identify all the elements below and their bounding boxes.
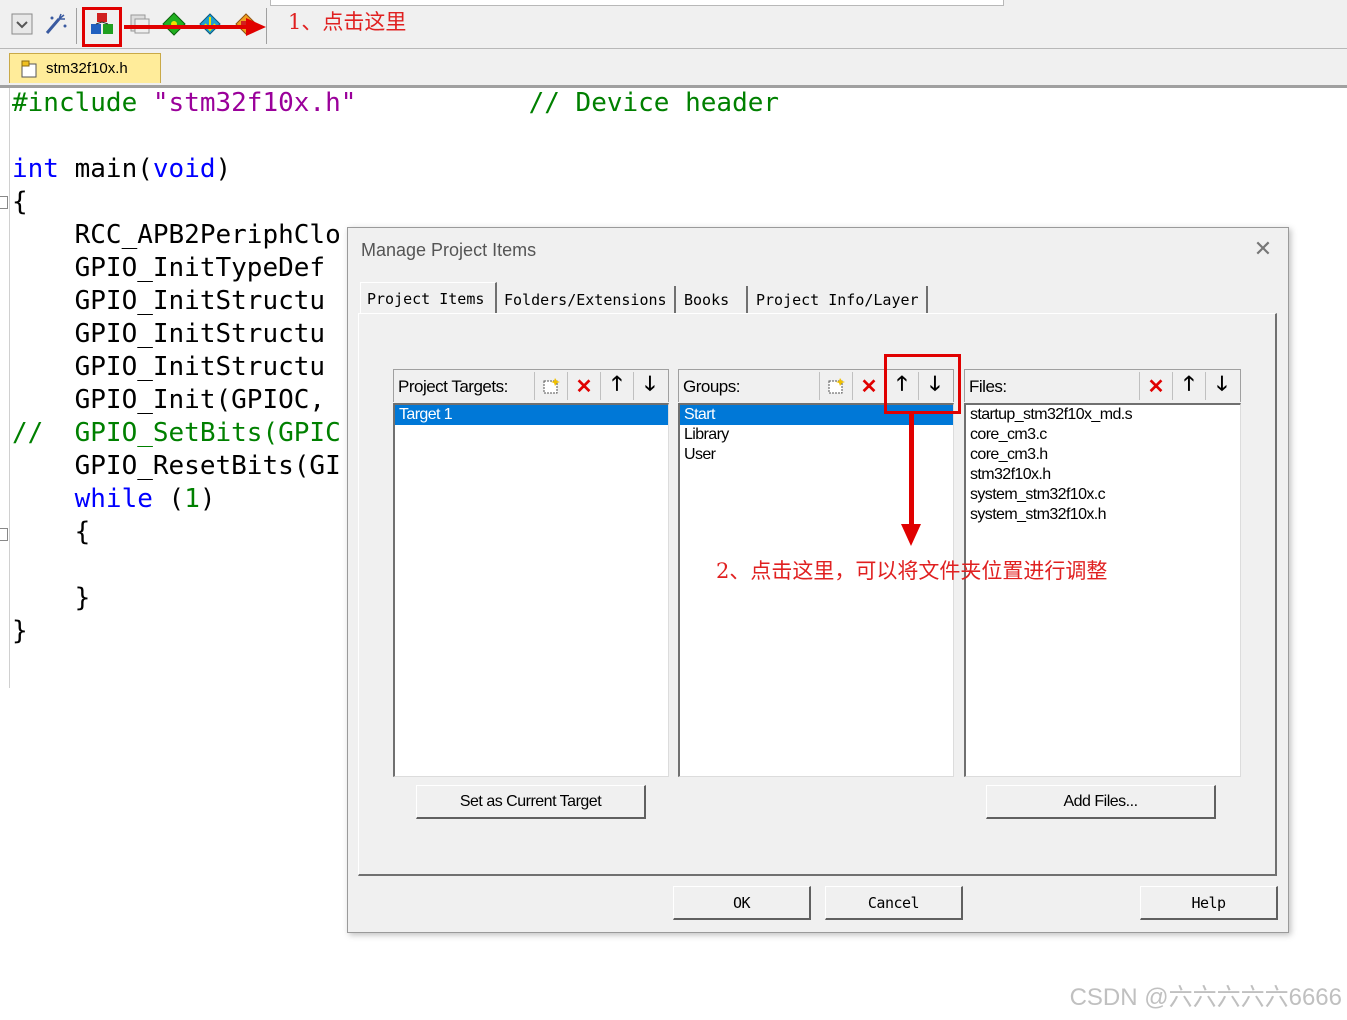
code-line-13: while (1) [74, 484, 216, 514]
cancel-button[interactable]: Cancel [825, 886, 963, 920]
groups-label: Groups: [683, 377, 740, 396]
delete-file-icon[interactable]: ✕ [1139, 372, 1172, 400]
dialog-title: Manage Project Items [361, 240, 537, 260]
project-targets-label: Project Targets: [398, 377, 508, 396]
annotation-arrow-head [901, 524, 921, 546]
editor-gutter [0, 88, 10, 688]
fold-marker[interactable] [0, 196, 8, 209]
code-line-11: // GPIO_SetBits(GPIC [12, 418, 341, 448]
annotation-arrow [124, 25, 248, 29]
fold-marker[interactable] [0, 528, 8, 541]
toolbar-separator [76, 8, 77, 44]
copy-icon[interactable] [126, 10, 154, 38]
list-item[interactable]: stm32f10x.h [966, 465, 1240, 485]
files-label: Files: [969, 377, 1007, 396]
magic-wand-icon[interactable] [42, 10, 70, 38]
add-files-button[interactable]: Add Files... [986, 785, 1216, 819]
new-group-icon[interactable] [819, 372, 852, 400]
code-line-9: GPIO_InitStructu [12, 352, 326, 382]
tab-folders-extensions[interactable]: Folders/Extensions [498, 286, 676, 313]
move-down-icon[interactable]: 🡓 [633, 372, 666, 400]
files-list[interactable]: startup_stm32f10x_md.s core_cm3.c core_c… [964, 403, 1241, 777]
code-line-5: RCC_APB2PeriphClo [12, 220, 341, 250]
file-tab[interactable]: stm32f10x.h [9, 53, 161, 83]
tab-books[interactable]: Books [678, 286, 748, 313]
header-file-icon [21, 60, 37, 77]
tab-project-info-layer[interactable]: Project Info/Layer [750, 286, 928, 313]
file-tab-label: stm32f10x.h [46, 60, 128, 77]
code-line-16: } [12, 583, 91, 613]
help-button[interactable]: Help [1140, 886, 1278, 920]
ok-button[interactable]: OK [673, 886, 811, 920]
code-line-12: GPIO_ResetBits(GI [12, 451, 341, 481]
annotation-highlight-box [884, 354, 961, 414]
project-targets-header: Project Targets: ✕ 🡑 🡓 [393, 369, 669, 402]
code-line-17: } [12, 616, 28, 646]
code-line-4: { [12, 187, 28, 217]
code-line-8: GPIO_InitStructu [12, 319, 326, 349]
code-line-6: GPIO_InitTypeDef [12, 253, 326, 283]
diamond-download-icon[interactable] [196, 10, 224, 38]
list-item[interactable]: Target 1 [395, 405, 668, 425]
set-current-target-button[interactable]: Set as Current Target [416, 785, 646, 819]
green-diamond-icon[interactable] [160, 10, 188, 38]
annotation-arrow-head [246, 18, 266, 36]
toolbar: 1、点击这里 [0, 0, 1347, 49]
new-target-icon[interactable] [534, 372, 567, 400]
delete-target-icon[interactable]: ✕ [567, 372, 600, 400]
annotation-highlight-box [82, 7, 122, 47]
list-item[interactable]: system_stm32f10x.h [966, 505, 1240, 525]
delete-group-icon[interactable]: ✕ [852, 372, 885, 400]
move-up-icon[interactable]: 🡑 [1172, 372, 1205, 400]
file-tab-bar: stm32f10x.h [0, 49, 1347, 88]
watermark: CSDN @六六六六六6666 [1069, 984, 1342, 1011]
code-line-1: #include "stm32f10x.h" // Device header [12, 88, 780, 118]
project-targets-pane: Project Targets: ✕ 🡑 🡓 Target 1 [393, 369, 669, 777]
code-line-3: int main(void) [12, 154, 232, 184]
project-targets-list[interactable]: Target 1 [393, 403, 669, 777]
move-up-icon[interactable]: 🡑 [600, 372, 633, 400]
list-item[interactable]: core_cm3.c [966, 425, 1240, 445]
annotation-arrow [909, 414, 914, 526]
code-line-7: GPIO_InitStructu [12, 286, 326, 316]
list-item[interactable]: system_stm32f10x.c [966, 485, 1240, 505]
close-icon[interactable]: ✕ [1252, 238, 1274, 260]
files-header: Files: ✕ 🡑 🡓 [964, 369, 1241, 402]
annotation-step2: 2、点击这里，可以将文件夹位置进行调整 [716, 559, 1108, 583]
annotation-step1: 1、点击这里 [288, 10, 407, 34]
tab-project-items[interactable]: Project Items [360, 282, 497, 314]
toolbar-separator [266, 8, 267, 44]
code-line-14: { [12, 517, 91, 547]
list-item[interactable]: startup_stm32f10x_md.s [966, 405, 1240, 425]
move-down-icon[interactable]: 🡓 [1205, 372, 1238, 400]
list-item[interactable]: core_cm3.h [966, 445, 1240, 465]
code-line-10: GPIO_Init(GPIOC, [12, 385, 326, 415]
dropdown-icon[interactable] [8, 10, 36, 38]
